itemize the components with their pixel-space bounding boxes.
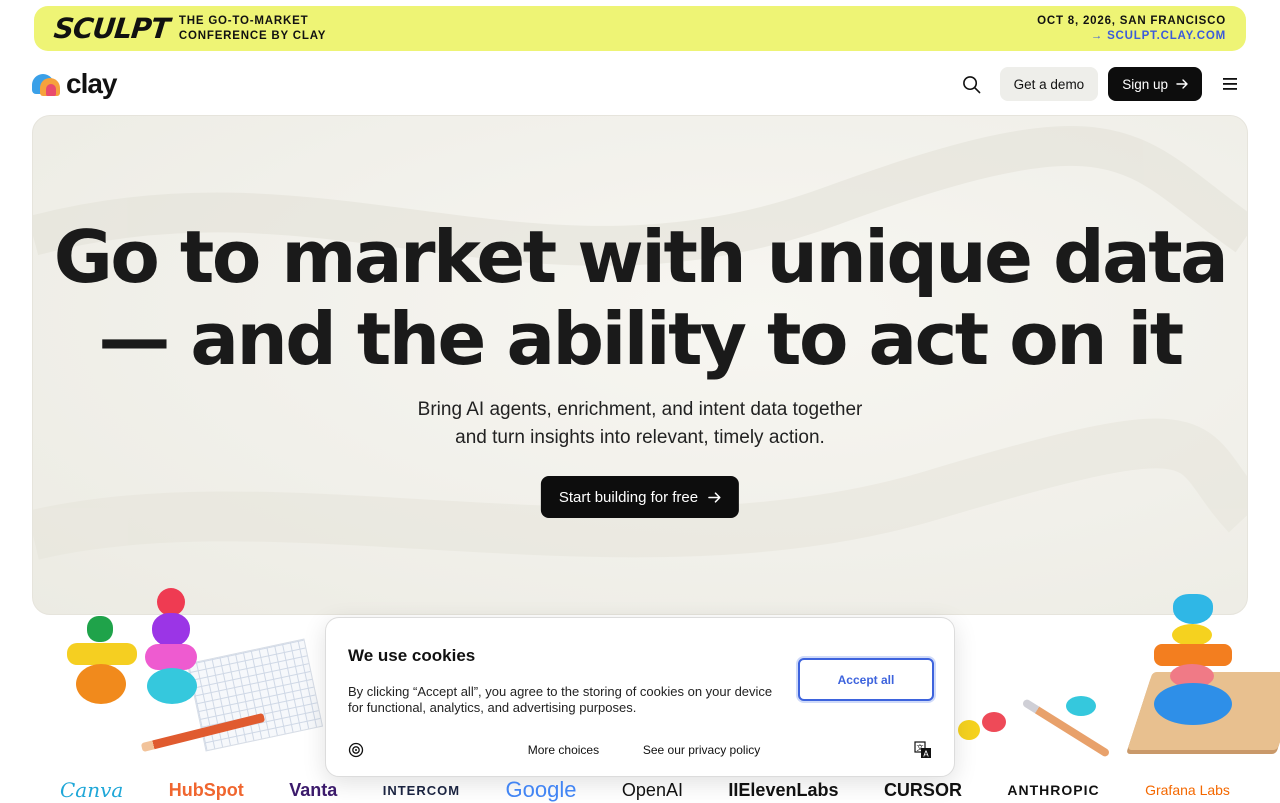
- hero-title-line2: — and the ability to act on it: [98, 297, 1184, 381]
- cta-label: Start building for free: [558, 488, 699, 506]
- clay-yellow-small: [958, 720, 980, 740]
- cookie-settings-icon[interactable]: [348, 742, 364, 758]
- logo-hubspot: HubSpot: [168, 779, 244, 800]
- nav-actions: Get a demo Sign up: [954, 66, 1248, 102]
- arrow-right-icon: [1176, 79, 1188, 89]
- logo-elevenlabs: IIElevenLabs: [728, 779, 839, 800]
- more-choices-link[interactable]: More choices: [528, 743, 599, 757]
- hero-subtitle: Bring AI agents, enrichment, and intent …: [33, 396, 1247, 452]
- sculpt-logo: SCULPT: [52, 12, 171, 45]
- hero-subtitle-line2: and turn insights into relevant, timely …: [455, 427, 825, 448]
- clay-green: [87, 616, 113, 642]
- hero-title-line1: Go to market with unique data: [53, 215, 1229, 299]
- clay-orange: [76, 664, 126, 704]
- cookie-consent-dialog: We use cookies By clicking “Accept all”,…: [325, 617, 955, 777]
- clay-red-small: [982, 712, 1006, 732]
- brand-name: clay: [66, 68, 117, 99]
- promo-left: SCULPT THE GO-TO-MARKET CONFERENCE BY CL…: [52, 12, 326, 45]
- clay-blue-right: [1154, 683, 1232, 725]
- logo-google: Google: [505, 777, 577, 802]
- translate-icon[interactable]: A文: [914, 741, 932, 759]
- sign-up-label: Sign up: [1122, 76, 1168, 92]
- clay-cyan-small: [1066, 696, 1096, 716]
- clay-red: [157, 588, 185, 616]
- promo-link[interactable]: → SCULPT.CLAY.COM: [1037, 29, 1226, 44]
- cookie-title: We use cookies: [348, 646, 476, 665]
- menu-button[interactable]: [1212, 66, 1248, 102]
- search-icon: [963, 75, 981, 93]
- logo-intercom: INTERCOM: [382, 782, 461, 798]
- sign-up-button[interactable]: Sign up: [1108, 67, 1202, 101]
- accept-all-button[interactable]: Accept all: [798, 658, 934, 701]
- clay-cyan: [147, 668, 197, 704]
- promo-event-date: OCT 8, 2026, SAN FRANCISCO: [1037, 14, 1226, 27]
- get-a-demo-button[interactable]: Get a demo: [999, 67, 1099, 101]
- logo-anthropic: ANTHROPIC: [1007, 782, 1100, 798]
- clay-cyan-cone: [1173, 594, 1213, 624]
- clay-pink: [145, 644, 197, 670]
- search-button[interactable]: [954, 66, 990, 102]
- svg-text:文: 文: [916, 743, 923, 752]
- logo-grafana-labs: Grafana Labs: [1145, 782, 1230, 798]
- clay-orange-right: [1154, 644, 1232, 666]
- customer-logos: Canva HubSpot Vanta INTERCOM Google Open…: [60, 777, 1230, 802]
- brand-logo[interactable]: clay: [32, 68, 117, 100]
- promo-subtitle: THE GO-TO-MARKET CONFERENCE BY CLAY: [179, 14, 326, 44]
- cookie-description: By clicking “Accept all”, you agree to t…: [348, 684, 773, 715]
- hamburger-menu-icon: [1223, 78, 1237, 90]
- arrow-right-icon: [708, 491, 721, 503]
- logo-vanta: Vanta: [289, 779, 338, 800]
- clay-yellow-right: [1172, 624, 1212, 646]
- clay-yellow: [67, 643, 137, 665]
- top-nav: clay Get a demo Sign up: [32, 64, 1248, 104]
- promo-event-info: OCT 8, 2026, SAN FRANCISCO → SCULPT.CLAY…: [1037, 14, 1226, 44]
- promo-banner[interactable]: SCULPT THE GO-TO-MARKET CONFERENCE BY CL…: [34, 6, 1246, 51]
- start-building-button[interactable]: Start building for free: [540, 476, 740, 518]
- hero-subtitle-line1: Bring AI agents, enrichment, and intent …: [417, 399, 863, 420]
- clay-purple: [152, 613, 190, 647]
- promo-subtitle-line1: THE GO-TO-MARKET: [178, 14, 309, 27]
- clay-logo-icon: [32, 72, 62, 96]
- logo-cursor: CURSOR: [883, 779, 962, 800]
- promo-subtitle-line2: CONFERENCE BY CLAY: [178, 29, 327, 42]
- privacy-policy-link[interactable]: See our privacy policy: [643, 743, 760, 757]
- logo-canva: Canva: [60, 778, 124, 802]
- hero-title: Go to market with unique data — and the …: [33, 216, 1247, 380]
- hero-section: Go to market with unique data — and the …: [32, 115, 1248, 615]
- logo-openai: OpenAI: [621, 779, 683, 800]
- svg-text:A: A: [923, 750, 929, 759]
- cookie-footer: More choices See our privacy policy A文: [348, 740, 932, 760]
